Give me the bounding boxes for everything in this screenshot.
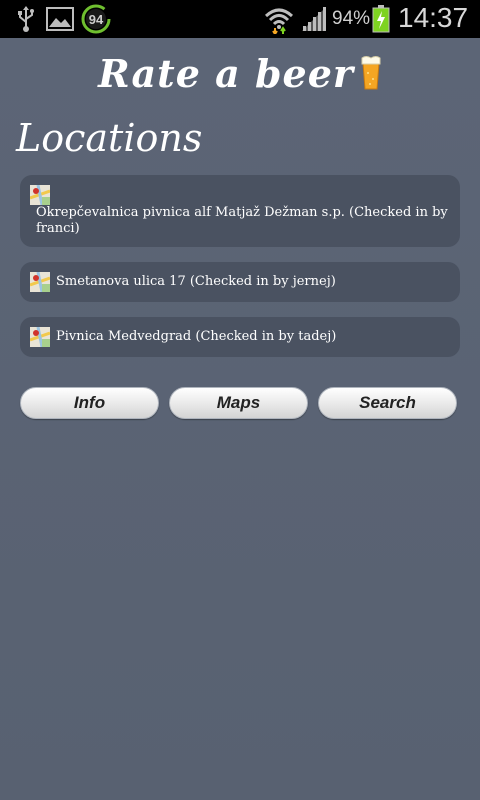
search-button[interactable]: Search	[318, 387, 457, 419]
clock: 14:37	[398, 2, 469, 33]
badge-number: 94	[89, 12, 104, 27]
battery-saver-badge-icon: 94	[80, 0, 112, 38]
app-title: Rate a beer	[98, 50, 354, 96]
wifi-icon	[262, 0, 296, 38]
location-item[interactable]: Okrepčevalnica pivnica alf Matjaž Dežman…	[20, 175, 460, 247]
button-row: Info Maps Search	[20, 387, 460, 421]
maps-button[interactable]: Maps	[169, 387, 308, 419]
main-content: Rate a beer Locations Okrepčevalnica piv…	[0, 38, 480, 800]
app-header: Rate a beer	[0, 48, 480, 98]
map-icon	[29, 326, 51, 348]
page-title: Locations	[16, 116, 203, 160]
location-label: Pivnica Medvedgrad (Checked in by tadej)	[56, 329, 337, 344]
location-list: Okrepčevalnica pivnica alf Matjaž Dežman…	[20, 175, 460, 372]
beer-glass-icon	[360, 55, 382, 91]
gallery-icon	[44, 0, 76, 38]
map-icon	[29, 271, 51, 293]
status-bar: 94 94% 14:37	[0, 0, 480, 38]
usb-icon	[12, 0, 40, 38]
battery-charging-icon	[370, 0, 392, 38]
map-icon	[29, 184, 51, 206]
location-item[interactable]: Pivnica Medvedgrad (Checked in by tadej)	[20, 317, 460, 357]
battery-percent: 94%	[332, 8, 371, 29]
location-label: Okrepčevalnica pivnica alf Matjaž Dežman…	[36, 205, 448, 236]
location-label: Smetanova ulica 17 (Checked in by jernej…	[56, 274, 336, 289]
location-item[interactable]: Smetanova ulica 17 (Checked in by jernej…	[20, 262, 460, 302]
info-button[interactable]: Info	[20, 387, 159, 419]
signal-icon	[298, 0, 330, 38]
